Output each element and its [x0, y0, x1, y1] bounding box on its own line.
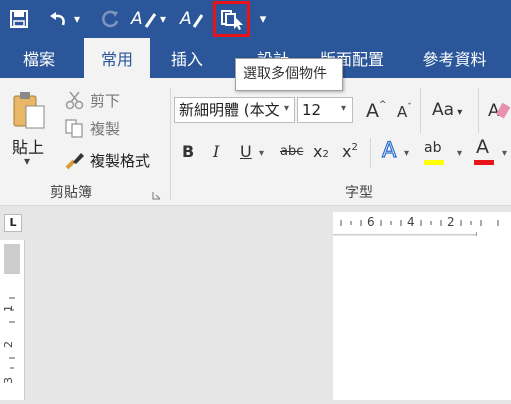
underline-button[interactable]: U: [240, 142, 252, 161]
copy-icon: [65, 119, 83, 138]
cut-label: 剪下: [90, 91, 121, 110]
svg-text:A: A: [130, 9, 143, 29]
grow-font-button[interactable]: A^: [366, 100, 387, 122]
grow-font-glyph: A: [366, 100, 379, 122]
undo-dropdown[interactable]: ▾: [70, 6, 84, 32]
format-painter-icon: A: [130, 9, 157, 29]
change-case-button[interactable]: Aa ▾: [432, 100, 462, 120]
customize-qat-button[interactable]: ▾: [256, 6, 270, 32]
tab-selector[interactable]: L: [4, 214, 22, 232]
superscript-button[interactable]: x2: [342, 142, 358, 161]
bold-button[interactable]: B: [182, 142, 194, 161]
clipboard-launcher[interactable]: [152, 185, 161, 200]
highlight-color-bar: [424, 160, 444, 165]
chevron-down-icon[interactable]: ▾: [259, 148, 264, 159]
subscript-mark: 2: [322, 149, 329, 160]
font-name-combo[interactable]: 新細明體 (本文: [174, 97, 295, 123]
chevron-down-icon[interactable]: ▾: [502, 148, 507, 159]
caret-up-icon: ^: [379, 100, 387, 110]
ruler-label: 1: [2, 305, 15, 312]
chevron-down-icon: ▾: [454, 107, 463, 118]
undo-button[interactable]: [44, 6, 70, 32]
tab-home[interactable]: 常用: [84, 38, 150, 78]
group-divider: [170, 88, 171, 200]
dialog-launcher-icon: [152, 192, 161, 200]
shrink-font-glyph: A: [397, 103, 408, 121]
ruler-label: 2: [2, 341, 15, 348]
highlight-button[interactable]: ab: [422, 138, 454, 172]
vertical-ruler[interactable]: 1 2 3: [0, 240, 25, 400]
divider: [478, 88, 479, 133]
select-objects-icon: [220, 10, 243, 30]
redo-button[interactable]: [98, 6, 124, 32]
copy-label: 複製: [90, 119, 121, 138]
chevron-down-icon: ▾: [159, 12, 167, 26]
ruler-label: 2: [447, 215, 455, 229]
chevron-down-icon: ▾: [73, 12, 81, 26]
ribbon-home: 貼上 ▾ 剪下 複製 複製格式 剪貼簿 新細明體 (本文 ▾ 12 ▾ A^ A…: [0, 78, 511, 206]
chevron-down-icon[interactable]: ▾: [404, 148, 409, 159]
copy-button[interactable]: 複製: [64, 117, 134, 139]
caret-down-icon: ˇ: [407, 103, 412, 113]
chevron-down-icon[interactable]: ▾: [284, 103, 289, 114]
undo-icon: [50, 12, 65, 26]
subscript-button[interactable]: x2: [313, 142, 329, 161]
font-group-label: 字型: [345, 185, 373, 201]
highlight-glyph: ab: [424, 140, 442, 156]
ruler-label: 6: [367, 215, 375, 229]
text-effects-button[interactable]: A: [381, 137, 397, 162]
clear-format-icon: A: [179, 9, 204, 29]
quick-access-toolbar: ▾ A ▾ A ▾: [0, 0, 511, 38]
ruler-ticks: [340, 220, 499, 226]
format-painter-button[interactable]: A: [128, 6, 158, 32]
change-case-glyph: Aa: [432, 100, 455, 120]
italic-button[interactable]: I: [213, 142, 219, 161]
paste-dropdown[interactable]: ▾: [24, 154, 30, 168]
format-painter-ribbon-button[interactable]: 複製格式: [64, 149, 164, 171]
font-color-bar: [474, 160, 494, 165]
document-page[interactable]: [333, 236, 511, 400]
ruler-label: 4: [407, 215, 415, 229]
chevron-down-icon[interactable]: ▾: [341, 103, 346, 114]
shrink-font-button[interactable]: Aˇ: [397, 103, 412, 121]
font-color-button[interactable]: A: [472, 136, 498, 170]
tab-references[interactable]: 參考資料: [398, 38, 511, 78]
clipboard-icon: [13, 92, 45, 129]
save-button[interactable]: [6, 6, 32, 32]
chevron-down-icon[interactable]: ▾: [457, 148, 462, 159]
customize-dropdown-icon: ▾: [259, 11, 267, 27]
cut-button[interactable]: 剪下: [64, 89, 134, 111]
font-name-value: 新細明體 (本文: [179, 101, 280, 119]
paintbrush-icon: [65, 153, 84, 170]
clear-format-button[interactable]: A: [178, 6, 206, 32]
tab-file[interactable]: 檔案: [0, 38, 78, 78]
redo-icon: [102, 10, 119, 28]
scissors-icon: [65, 91, 84, 110]
format-painter-label: 複製格式: [90, 151, 151, 170]
tab-insert[interactable]: 插入: [156, 38, 218, 78]
font-color-glyph: A: [476, 136, 489, 158]
tooltip: 選取多個物件: [235, 58, 343, 91]
format-dropdown[interactable]: ▾: [156, 6, 170, 32]
ruler-label: 3: [2, 377, 15, 384]
clipboard-group-label: 剪貼簿: [50, 185, 92, 201]
clear-formatting-button[interactable]: A: [486, 96, 511, 122]
ruler-margin: [4, 244, 20, 274]
strikethrough-button[interactable]: abc: [280, 144, 303, 159]
divider: [420, 88, 421, 133]
save-icon: [10, 10, 28, 28]
select-objects-button[interactable]: [213, 1, 250, 37]
superscript-mark: 2: [351, 142, 358, 153]
svg-text:A: A: [179, 9, 192, 29]
eraser-icon: A: [488, 101, 511, 121]
divider: [370, 138, 371, 168]
font-size-value: 12: [302, 101, 322, 119]
